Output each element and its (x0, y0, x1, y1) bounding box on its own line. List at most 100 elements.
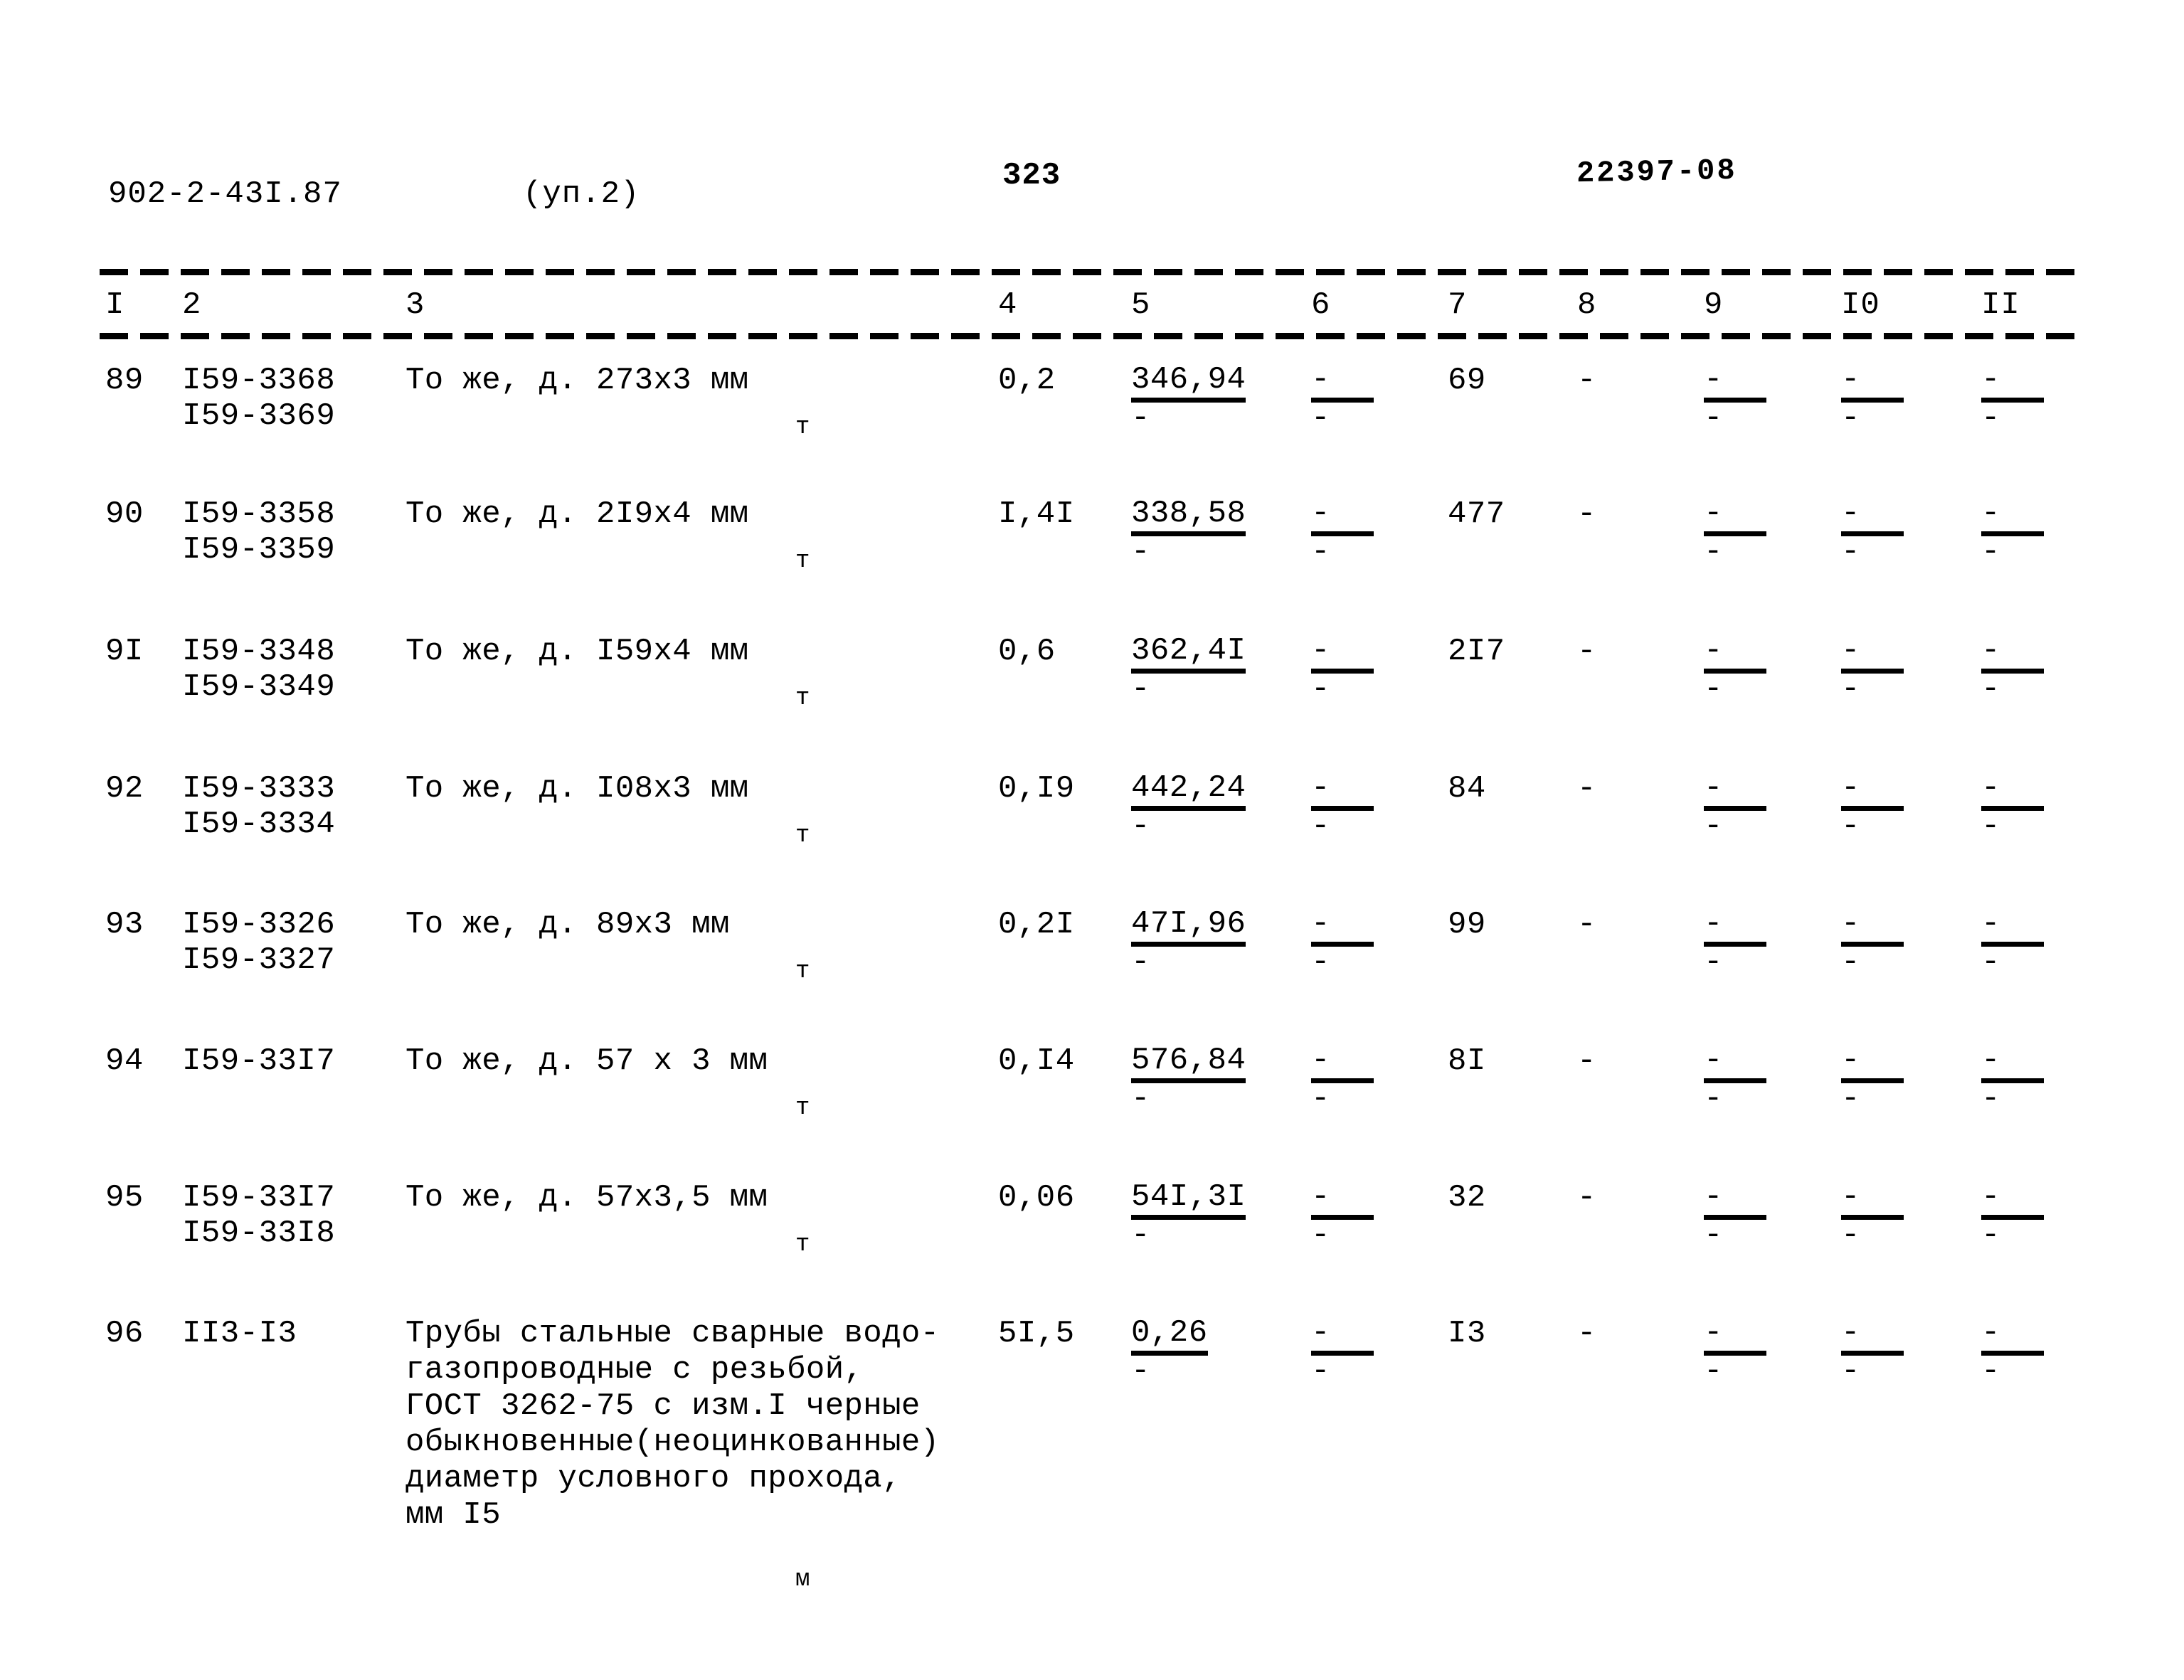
row-col5-fraction-denominator: - (1131, 945, 1150, 980)
row-quantity: 0,2I (998, 907, 1075, 942)
row-item-number: 96 (105, 1316, 144, 1351)
row-col9-fraction: -- (1704, 1316, 1766, 1387)
row-col11-fraction: -- (1981, 634, 2044, 705)
row-col6-fraction-numerator: - (1311, 1316, 1374, 1356)
row-col6-fraction: -- (1311, 634, 1374, 705)
row-col10-fraction: -- (1841, 771, 1904, 842)
table-row: 94 I59-33I7 То же, д. 57 х 3 мм т 0,I4 576,84… (0, 1043, 2184, 1179)
row-col7-total: 99 (1448, 907, 1486, 942)
row-col9-fraction-numerator: - (1704, 907, 1766, 947)
row-col9-fraction-numerator: - (1704, 1316, 1766, 1356)
column-header-5: 5 (1131, 287, 1151, 323)
row-col11-fraction-numerator: - (1981, 1180, 2044, 1220)
table-row: 93 I59-3326 I59-3327 То же, д. 89х3 мм т 0,2I… (0, 907, 2184, 1042)
row-col10-fraction-denominator: - (1841, 809, 1860, 844)
row-resource-code-primary: I59-3333 (182, 771, 336, 807)
row-col9-fraction: -- (1704, 771, 1766, 842)
row-col6-fraction: -- (1311, 771, 1374, 842)
row-col9-fraction-denominator: - (1704, 534, 1723, 570)
row-col10-fraction: -- (1841, 1316, 1904, 1387)
column-header-9: 9 (1704, 287, 1724, 323)
row-col10-fraction: -- (1841, 1043, 1904, 1115)
row-col7-total: 69 (1448, 363, 1486, 398)
row-col8-value: - (1577, 634, 1596, 669)
page-header: 902-2-43I.87 (уп.2) 323 22397-08 (0, 0, 2184, 242)
row-resource-code-primary: I59-3326 (182, 907, 336, 942)
row-col6-fraction-numerator: - (1311, 496, 1374, 536)
row-col6-fraction-denominator: - (1311, 671, 1330, 707)
row-col11-fraction-numerator: - (1981, 634, 2044, 674)
row-description: Трубы стальные сварные водо- газопроводн… (405, 1316, 940, 1533)
row-unit: т (795, 822, 810, 849)
row-col5-fraction-numerator: 362,4I (1131, 634, 1246, 674)
row-col10-fraction: -- (1841, 496, 1904, 568)
row-col5-fraction-denominator: - (1131, 671, 1150, 707)
table-row: 90 I59-3358 I59-3359 То же, д. 2I9х4 мм т I,4… (0, 496, 2184, 632)
row-col10-fraction: -- (1841, 363, 1904, 434)
column-header-6: 6 (1311, 287, 1331, 323)
row-col9-fraction-denominator: - (1704, 945, 1723, 980)
row-col9-fraction: -- (1704, 634, 1766, 705)
row-col7-total: 84 (1448, 771, 1486, 807)
row-col5-fraction-numerator: 54I,3I (1131, 1180, 1246, 1220)
row-col5-fraction-denominator: - (1131, 1081, 1150, 1117)
row-description: То же, д. 89х3 мм (405, 907, 730, 942)
row-col9-fraction-denominator: - (1704, 1354, 1723, 1389)
row-col9-fraction-numerator: - (1704, 496, 1766, 536)
row-resource-code-secondary: I59-3327 (182, 942, 336, 978)
row-col5-fraction: 346,94- (1131, 363, 1246, 434)
row-quantity: 5I,5 (998, 1316, 1075, 1351)
row-col6-fraction: -- (1311, 907, 1374, 978)
row-col10-fraction: -- (1841, 634, 1904, 705)
row-description: То же, д. I59х4 мм (405, 634, 749, 669)
row-col8-value: - (1577, 496, 1596, 532)
row-col9-fraction: -- (1704, 363, 1766, 434)
row-col11-fraction-denominator: - (1981, 1354, 2000, 1389)
row-col9-fraction-numerator: - (1704, 363, 1766, 403)
row-col5-fraction-denominator: - (1131, 1218, 1150, 1253)
row-col11-fraction: -- (1981, 771, 2044, 842)
row-description: То же, д. 57 х 3 мм (405, 1043, 768, 1079)
row-col6-fraction: -- (1311, 1043, 1374, 1115)
row-col6-fraction-numerator: - (1311, 907, 1374, 947)
row-resource-code-primary: I59-33I7 (182, 1043, 336, 1079)
row-col11-fraction: -- (1981, 363, 2044, 434)
row-item-number: 94 (105, 1043, 144, 1079)
document-subtitle: (уп.2) (523, 176, 640, 212)
row-resource-code-secondary: I59-3369 (182, 398, 336, 434)
row-col8-value: - (1577, 363, 1596, 398)
column-header-2: 2 (182, 287, 202, 323)
row-col11-fraction: -- (1981, 496, 2044, 568)
row-col9-fraction: -- (1704, 1043, 1766, 1115)
row-col10-fraction-numerator: - (1841, 1180, 1904, 1220)
row-quantity: 0,2 (998, 363, 1056, 398)
document-code: 902-2-43I.87 (108, 176, 342, 212)
row-col6-fraction-numerator: - (1311, 771, 1374, 811)
row-col11-fraction-denominator: - (1981, 945, 2000, 980)
row-col6-fraction-denominator: - (1311, 1081, 1330, 1117)
row-col9-fraction: -- (1704, 496, 1766, 568)
row-col7-total: I3 (1448, 1316, 1486, 1351)
row-col5-fraction-denominator: - (1131, 809, 1150, 844)
row-quantity: 0,6 (998, 634, 1056, 669)
row-col10-fraction-denominator: - (1841, 945, 1860, 980)
row-col5-fraction-numerator: 338,58 (1131, 496, 1246, 536)
row-col10-fraction-numerator: - (1841, 496, 1904, 536)
row-unit: т (795, 548, 810, 575)
row-unit: т (795, 1095, 810, 1122)
row-col10-fraction-numerator: - (1841, 1043, 1904, 1083)
row-col11-fraction: -- (1981, 1043, 2044, 1115)
row-col5-fraction-numerator: 442,24 (1131, 771, 1246, 811)
row-description: То же, д. 57х3,5 мм (405, 1180, 768, 1216)
row-col11-fraction: -- (1981, 1180, 2044, 1251)
row-col5-fraction: 362,4I - (1131, 634, 1246, 705)
row-col6-fraction-denominator: - (1311, 400, 1330, 436)
row-quantity: 0,06 (998, 1180, 1075, 1216)
row-item-number: 93 (105, 907, 144, 942)
row-resource-code-primary: II3-I3 (182, 1316, 297, 1351)
column-header-10: I0 (1841, 287, 1880, 323)
row-col11-fraction-numerator: - (1981, 1043, 2044, 1083)
table-top-rule (100, 269, 2084, 275)
row-col9-fraction-numerator: - (1704, 634, 1766, 674)
document-page: 902-2-43I.87 (уп.2) 323 22397-08 I 2 3 4 5 6 7… (0, 0, 2184, 1680)
